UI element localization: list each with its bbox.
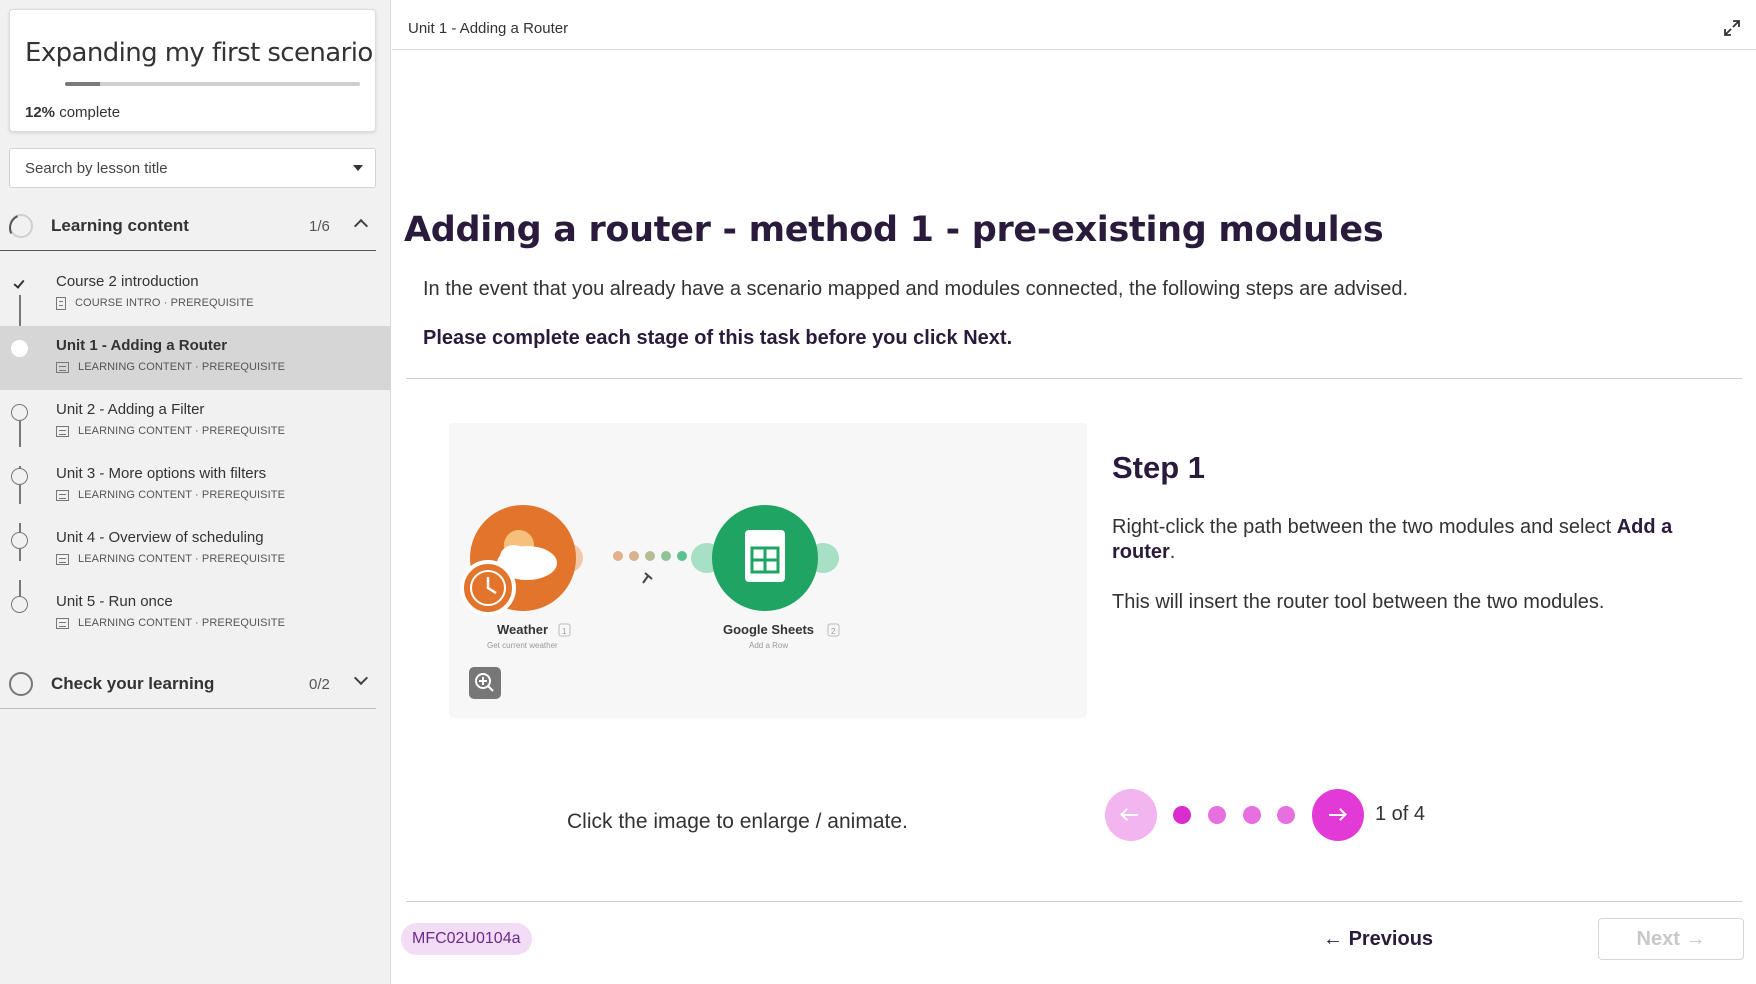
pager-prev-button[interactable]	[1105, 789, 1157, 841]
wrench-icon	[642, 572, 653, 584]
lesson-content: Unit 1 - Adding a Router Adding a router…	[392, 0, 1756, 984]
lesson-header-title: Unit 1 - Adding a Router	[408, 20, 569, 37]
chevron-down-icon[interactable]	[353, 670, 369, 686]
sheets-module-subtitle: Add a Row	[749, 641, 788, 650]
next-button[interactable]: Next →	[1598, 918, 1744, 960]
pager-dot[interactable]	[1243, 806, 1261, 824]
lesson-meta: Learning content · Prerequisite	[56, 616, 285, 630]
pager-next-button[interactable]	[1312, 789, 1364, 841]
lesson-search[interactable]	[9, 148, 376, 188]
step-text: Right-click the path between the two mod…	[1112, 516, 1673, 563]
lesson-status-dot-icon	[11, 404, 28, 421]
lesson-item-course-intro[interactable]: Course 2 introduction Course intro · Pre…	[0, 262, 391, 326]
image-caption: Click the image to enlarge / animate.	[567, 810, 908, 833]
svg-text:2: 2	[831, 627, 836, 636]
section-progress-ring-icon	[9, 672, 33, 696]
section-title: Check your learning	[51, 674, 215, 693]
section-check-your-learning[interactable]: Check your learning 0/2	[0, 659, 376, 709]
course-progress-card: Expanding my first scenario 12% complete	[9, 9, 376, 132]
lesson-intro: In the event that you already have a sce…	[423, 278, 1409, 300]
slides-icon	[56, 361, 69, 373]
caret-down-icon[interactable]	[353, 165, 363, 171]
slides-icon	[56, 489, 69, 501]
progress-suffix: complete	[59, 104, 121, 121]
course-progress-text: 12% complete	[25, 104, 120, 121]
zoom-in-button[interactable]	[469, 667, 501, 699]
lesson-meta: Learning content · Prerequisite	[56, 488, 285, 502]
check-icon	[11, 276, 28, 293]
pager-dot[interactable]	[1208, 806, 1226, 824]
scenario-image[interactable]: Weather 1 Get current weather Google She…	[449, 423, 1087, 718]
scenario-diagram: Weather 1 Get current weather Google She…	[460, 505, 840, 650]
arrow-left-icon	[1122, 814, 1138, 816]
step-text-secondary: This will insert the router tool between…	[1112, 591, 1605, 613]
divider	[406, 901, 1742, 902]
pager-dot[interactable]	[1277, 806, 1295, 824]
course-title: Expanding my first scenario	[25, 38, 373, 68]
progress-percent: 12%	[25, 104, 56, 121]
lesson-status-dot-icon	[11, 596, 28, 613]
course-progress-fill	[65, 82, 101, 86]
divider	[406, 378, 1742, 379]
section-count: 0/2	[309, 676, 330, 693]
previous-label: Previous	[1348, 927, 1434, 950]
lesson-title: Unit 2 - Adding a Filter	[56, 401, 205, 418]
lesson-title: Unit 4 - Overview of scheduling	[56, 529, 264, 546]
course-progress-bar	[65, 82, 360, 86]
sheets-module-label: Google Sheets	[723, 622, 814, 637]
lesson-status-dot-icon	[11, 340, 28, 357]
lesson-heading: Adding a router - method 1 - pre-existin…	[404, 210, 1384, 250]
lesson-code-badge: MFC02U0104a	[401, 923, 532, 955]
chevron-up-icon[interactable]	[353, 218, 369, 234]
section-learning-content[interactable]: Learning content 1/6	[0, 201, 376, 251]
section-count: 1/6	[309, 218, 330, 235]
lesson-title: Course 2 introduction	[56, 273, 199, 290]
lesson-title: Unit 1 - Adding a Router	[56, 337, 228, 354]
weather-module-label: Weather	[497, 622, 548, 637]
course-sidebar: Expanding my first scenario 12% complete…	[0, 0, 391, 984]
step-title: Step 1	[1112, 450, 1206, 485]
section-progress-ring-icon	[9, 214, 33, 238]
lesson-item-unit-5[interactable]: Unit 5 - Run once Learning content · Pre…	[0, 582, 391, 646]
slides-icon	[56, 425, 69, 437]
lesson-meta: Learning content · Prerequisite	[56, 552, 285, 566]
lesson-meta: Learning content · Prerequisite	[56, 424, 285, 438]
lesson-header: Unit 1 - Adding a Router	[392, 8, 1756, 50]
lesson-item-unit-1[interactable]: Unit 1 - Adding a Router Learning conten…	[0, 326, 391, 390]
lesson-title: Unit 3 - More options with filters	[56, 465, 267, 482]
slides-icon	[56, 617, 69, 629]
lesson-search-input[interactable]	[10, 149, 340, 187]
lesson-item-unit-2[interactable]: Unit 2 - Adding a Filter Learning conten…	[0, 390, 391, 454]
lesson-item-unit-3[interactable]: Unit 3 - More options with filters Learn…	[0, 454, 391, 518]
svg-text:1: 1	[562, 627, 567, 636]
expand-icon[interactable]	[1722, 18, 1742, 38]
pager-dot[interactable]	[1173, 806, 1191, 824]
next-label: Next	[1636, 927, 1680, 950]
path-dot	[613, 551, 623, 561]
slides-icon	[56, 553, 69, 565]
lesson-meta: Learning content · Prerequisite	[56, 360, 285, 374]
pager-count: 1 of 4	[1375, 803, 1426, 825]
lesson-title: Unit 5 - Run once	[56, 593, 173, 610]
lesson-status-dot-icon	[11, 532, 28, 549]
zoom-in-icon	[475, 673, 494, 692]
lesson-meta: Course intro · Prerequisite	[56, 296, 254, 310]
document-icon	[56, 296, 66, 310]
lesson-instruction: Please complete each stage of this task …	[423, 327, 1013, 349]
section-title: Learning content	[51, 216, 189, 235]
lesson-item-unit-4[interactable]: Unit 4 - Overview of scheduling Learning…	[0, 518, 391, 582]
lesson-status-dot-icon	[11, 468, 28, 485]
weather-module-subtitle: Get current weather	[487, 641, 558, 650]
arrow-right-icon	[1329, 814, 1345, 816]
previous-button[interactable]: ← Previous	[1323, 918, 1443, 960]
